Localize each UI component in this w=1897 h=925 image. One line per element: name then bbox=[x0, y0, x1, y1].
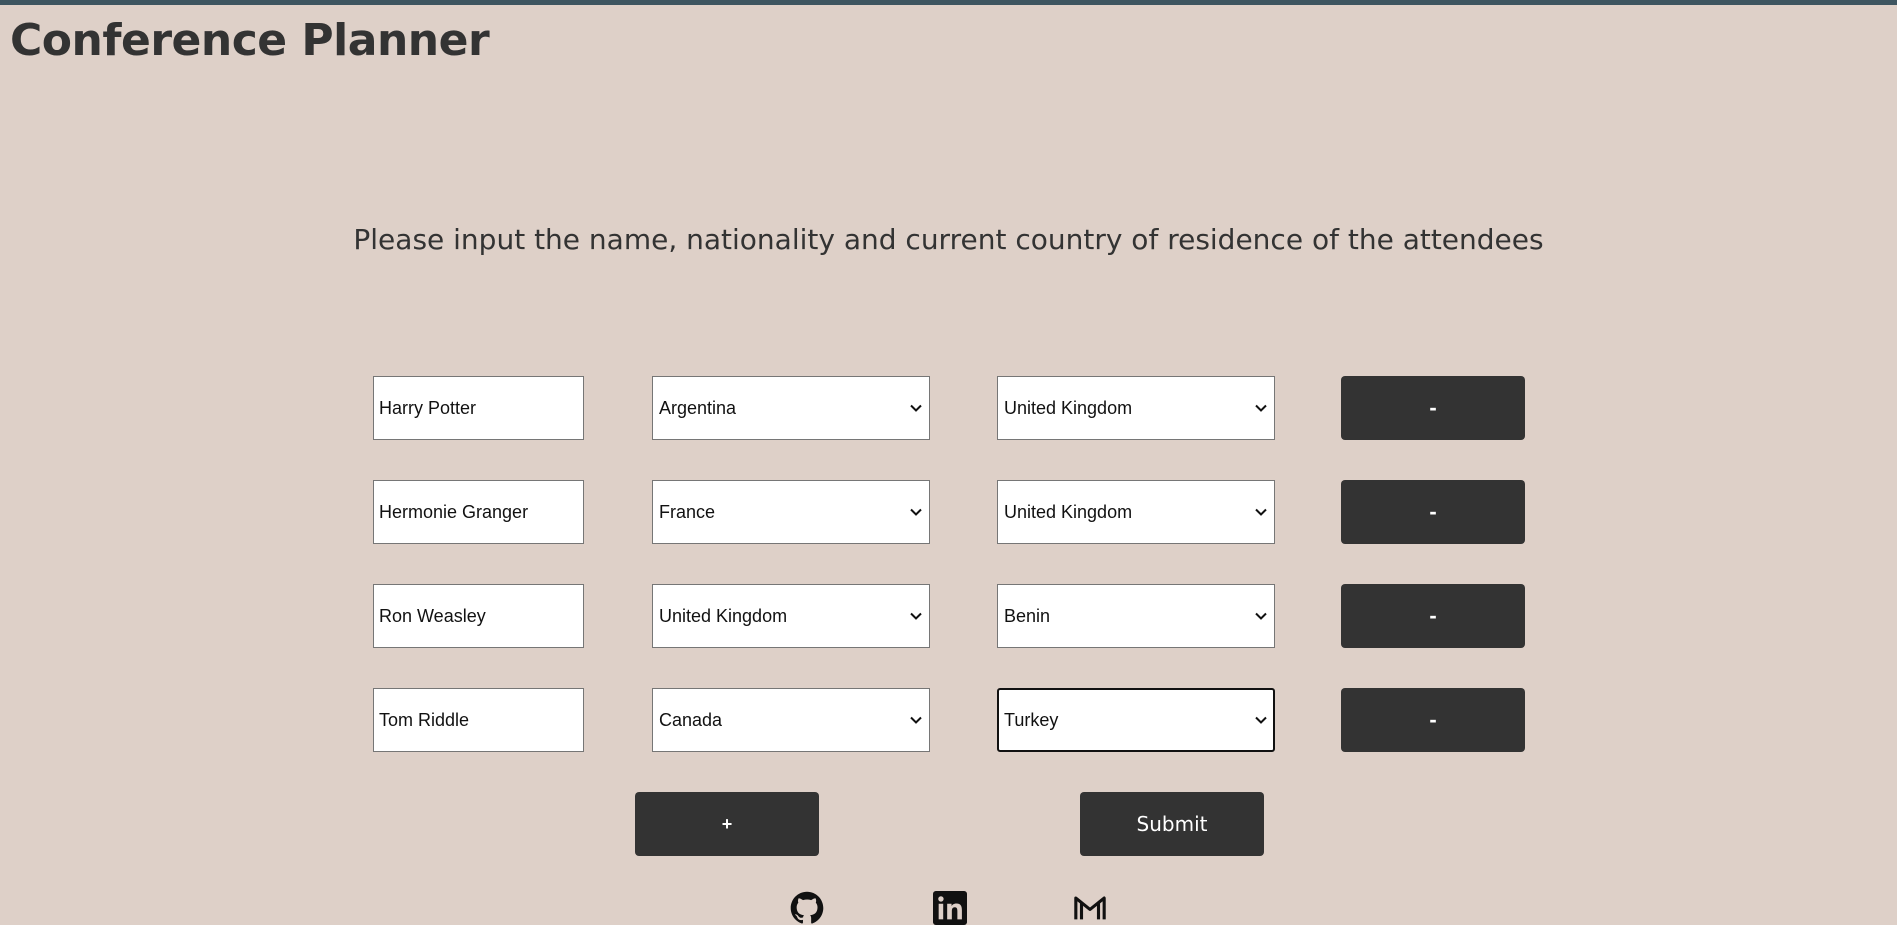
residence-select[interactable]: Benin bbox=[997, 584, 1275, 648]
residence-value: United Kingdom bbox=[1004, 397, 1133, 418]
nationality-value: Canada bbox=[659, 709, 723, 730]
chevron-down-icon bbox=[1255, 716, 1267, 724]
name-input[interactable] bbox=[373, 688, 584, 752]
residence-select[interactable]: United Kingdom bbox=[997, 480, 1275, 544]
chevron-down-icon bbox=[1255, 404, 1267, 412]
submit-button[interactable]: Submit bbox=[1080, 792, 1264, 856]
name-input[interactable] bbox=[373, 480, 584, 544]
attendee-row: France United Kingdom - bbox=[0, 480, 1897, 584]
residence-value: Turkey bbox=[1004, 709, 1059, 730]
name-input[interactable] bbox=[373, 376, 584, 440]
nationality-value: Argentina bbox=[659, 397, 737, 418]
nationality-value: United Kingdom bbox=[659, 605, 788, 626]
chevron-down-icon bbox=[1255, 508, 1267, 516]
chevron-down-icon bbox=[910, 612, 922, 620]
remove-attendee-button[interactable]: - bbox=[1341, 688, 1525, 752]
chevron-down-icon bbox=[1255, 612, 1267, 620]
name-input[interactable] bbox=[373, 584, 584, 648]
chevron-down-icon bbox=[910, 716, 922, 724]
remove-attendee-button[interactable]: - bbox=[1341, 584, 1525, 648]
chevron-down-icon bbox=[910, 404, 922, 412]
nationality-value: France bbox=[659, 501, 716, 522]
page-title: Conference Planner bbox=[10, 15, 490, 66]
chevron-down-icon bbox=[910, 508, 922, 516]
residence-select[interactable]: United Kingdom bbox=[997, 376, 1275, 440]
residence-value: United Kingdom bbox=[1004, 501, 1133, 522]
nationality-select[interactable]: France bbox=[652, 480, 930, 544]
attendee-row: United Kingdom Benin - bbox=[0, 584, 1897, 688]
instructions-text: Please input the name, nationality and c… bbox=[353, 223, 1544, 256]
remove-attendee-button[interactable]: - bbox=[1341, 376, 1525, 440]
residence-value: Benin bbox=[1004, 605, 1051, 626]
residence-select[interactable]: Turkey bbox=[997, 688, 1275, 752]
nationality-select[interactable]: Argentina bbox=[652, 376, 930, 440]
add-attendee-button[interactable]: + bbox=[635, 792, 819, 856]
nationality-select[interactable]: United Kingdom bbox=[652, 584, 930, 648]
nationality-select[interactable]: Canada bbox=[652, 688, 930, 752]
gmail-icon[interactable] bbox=[1073, 891, 1107, 925]
github-icon[interactable] bbox=[790, 891, 824, 925]
attendee-row: Canada Turkey - bbox=[0, 688, 1897, 792]
linkedin-icon[interactable] bbox=[933, 891, 967, 925]
attendee-row: Argentina United Kingdom - bbox=[0, 376, 1897, 480]
attendee-list: Argentina United Kingdom - France United… bbox=[0, 376, 1897, 792]
remove-attendee-button[interactable]: - bbox=[1341, 480, 1525, 544]
